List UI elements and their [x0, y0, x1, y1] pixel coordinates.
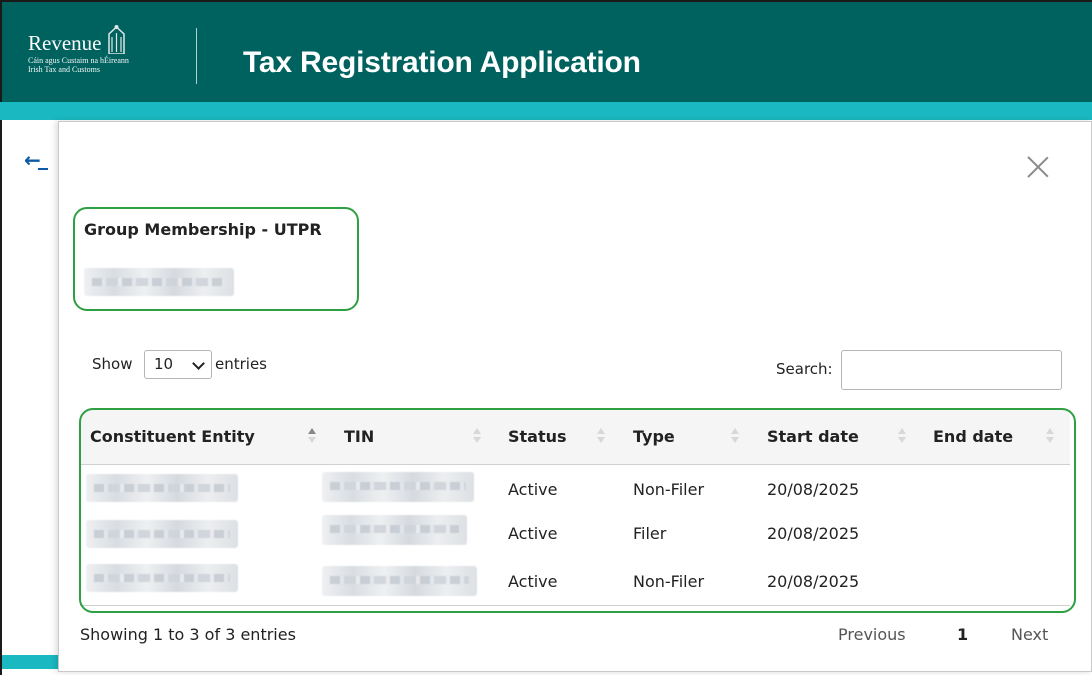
page-length-select[interactable]: 10 — [144, 350, 212, 379]
pagination-previous[interactable]: Previous — [838, 625, 906, 644]
search-label: Search: — [776, 360, 833, 378]
pagination-page-1[interactable]: 1 — [957, 625, 968, 644]
header-accent-strip — [0, 102, 1092, 120]
table-info: Showing 1 to 3 of 3 entries — [80, 625, 296, 644]
page-background — [0, 120, 60, 675]
app-header: Revenue Cáin agus Custaim na hÉireann Ir… — [0, 0, 1092, 108]
header-divider — [196, 28, 197, 84]
table-highlight-box — [79, 408, 1076, 613]
close-icon[interactable] — [1026, 155, 1050, 179]
revenue-logo: Revenue Cáin agus Custaim na hÉireann Ir… — [28, 25, 129, 74]
footer-accent-strip — [2, 655, 60, 669]
back-link-underline — [38, 168, 48, 170]
length-show-label: Show — [92, 355, 133, 373]
redacted-group-id — [84, 268, 234, 296]
logo-subtitle-english: Irish Tax and Customs — [28, 65, 100, 74]
logo-name: Revenue — [28, 31, 102, 55]
harp-crest-icon — [107, 24, 126, 55]
search-input[interactable] — [841, 350, 1062, 390]
chevron-down-icon — [192, 357, 205, 370]
length-entries-label: entries — [215, 355, 267, 373]
page-length-value: 10 — [154, 355, 174, 373]
logo-subtitle-irish: Cáin agus Custaim na hÉireann — [28, 56, 129, 65]
app-title: Tax Registration Application — [243, 46, 641, 79]
modal-title: Group Membership - UTPR — [84, 220, 322, 239]
back-arrow-icon[interactable]: ← — [24, 150, 41, 170]
pagination-next[interactable]: Next — [1011, 625, 1048, 644]
